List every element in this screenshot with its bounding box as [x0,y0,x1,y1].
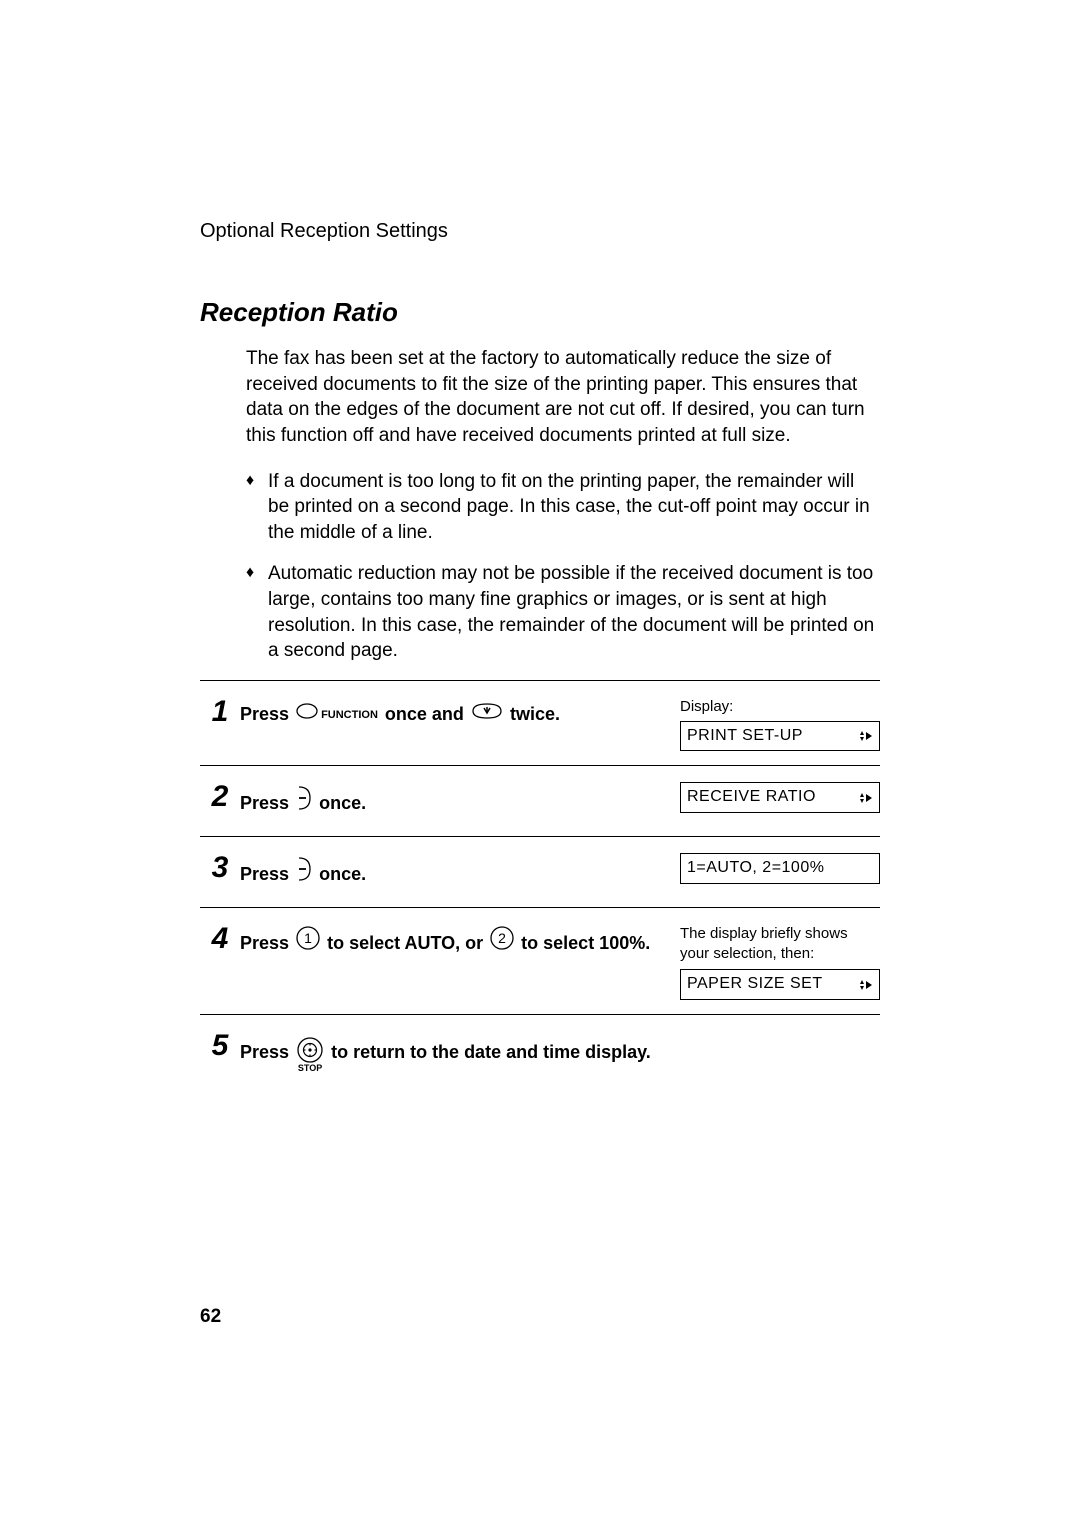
display-box: PAPER SIZE SET [680,969,880,1000]
bullet-item: ♦ Automatic reduction may not be possibl… [246,561,880,664]
text: Press [240,933,289,953]
display-box: PRINT SET-UP [680,721,880,752]
text: once and [385,704,464,724]
bullet-diamond-icon: ♦ [246,561,268,664]
text: once. [319,793,366,813]
step-number: 3 [200,847,240,884]
step-instruction: Press to select AUTO, or to select 100%. [240,918,680,960]
function-button-icon [296,700,318,727]
function-label: FUNCTION [321,709,378,721]
step-display-col [680,1025,880,1031]
step-instruction: Press once. [240,847,680,893]
bullet-diamond-icon: ♦ [246,469,268,546]
text: Press [240,793,289,813]
text: once. [319,864,366,884]
bullet-text: If a document is too long to fit on the … [268,469,880,546]
step-row: 3 Press once. 1=AUTO, 2=100% [200,837,880,908]
bullet-item: ♦ If a document is too long to fit on th… [246,469,880,546]
step-row: 1 Press FUNCTION once and twice. Display… [200,681,880,766]
scroll-arrows-icon [855,792,873,804]
text: twice. [510,704,560,724]
step-instruction: Press STOP to return to the date and tim… [240,1025,680,1071]
display-text: 1=AUTO, 2=100% [687,858,824,879]
bullet-text: Automatic reduction may not be possible … [268,561,880,664]
text: Press [240,704,289,724]
down-oval-button-icon [471,700,503,727]
display-note: The display briefly shows your selection… [680,924,880,963]
stop-button-icon: STOP [297,1037,323,1073]
right-half-button-icon [296,784,312,820]
key-2-icon [490,926,514,958]
steps-table: 1 Press FUNCTION once and twice. Display… [200,680,880,1085]
step-number: 4 [200,918,240,955]
text: to return to the date and time display. [331,1042,651,1062]
intro-paragraph: The fax has been set at the factory to a… [246,346,880,449]
step-display-col: 1=AUTO, 2=100% [680,847,880,884]
display-label: Display: [680,697,880,717]
display-text: RECEIVE RATIO [687,787,816,808]
step-display-col: The display briefly shows your selection… [680,918,880,1000]
step-row: 2 Press once. RECEIVE RATIO [200,766,880,837]
text: to select 100%. [521,933,650,953]
key-1-icon [296,926,320,958]
display-box: 1=AUTO, 2=100% [680,853,880,884]
right-half-button-icon [296,855,312,891]
step-instruction: Press once. [240,776,680,822]
step-instruction: Press FUNCTION once and twice. [240,691,680,729]
display-text: PRINT SET-UP [687,726,803,747]
text: Press [240,1042,289,1062]
text: to select AUTO, or [327,933,483,953]
step-number: 5 [200,1025,240,1062]
text: Press [240,864,289,884]
step-number: 1 [200,691,240,728]
scroll-arrows-icon [855,730,873,742]
scroll-arrows-icon [855,979,873,991]
step-display-col: RECEIVE RATIO [680,776,880,813]
display-box: RECEIVE RATIO [680,782,880,813]
stop-label: STOP [298,1064,322,1073]
display-text: PAPER SIZE SET [687,974,823,995]
page-title: Reception Ratio [200,297,880,328]
step-row: 5 Press STOP to return to the date and t… [200,1015,880,1085]
step-number: 2 [200,776,240,813]
step-display-col: Display: PRINT SET-UP [680,691,880,751]
page-number: 62 [200,1306,221,1328]
bullet-list: ♦ If a document is too long to fit on th… [246,469,880,664]
step-row: 4 Press to select AUTO, or to select 100… [200,908,880,1015]
section-header: Optional Reception Settings [200,220,880,243]
